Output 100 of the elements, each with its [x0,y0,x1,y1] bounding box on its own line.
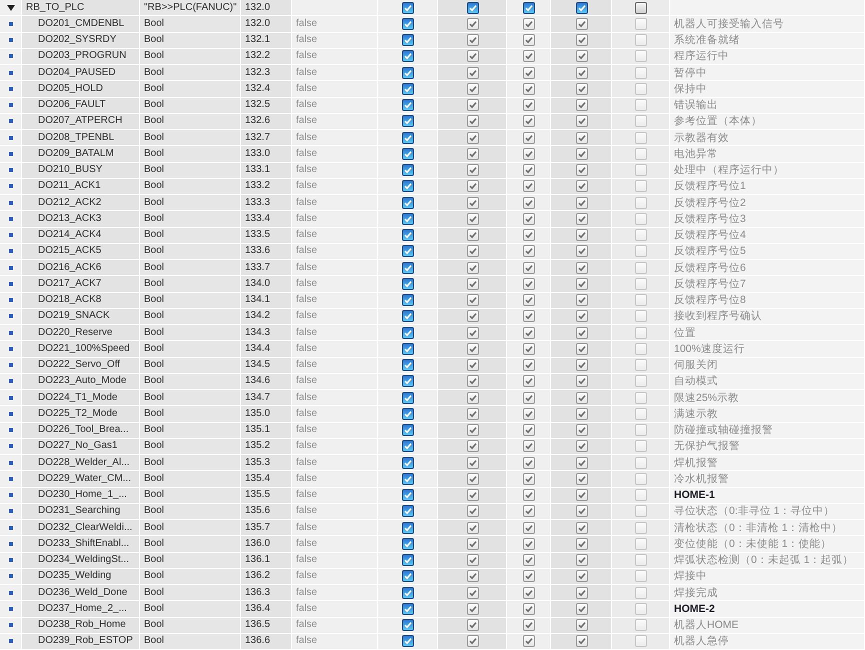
start-value: false [296,82,318,95]
data-type: Bool [144,18,164,30]
comment-text: 无保护气报警 [674,440,740,452]
bullet-icon [9,200,13,205]
checkbox[interactable] [402,635,414,648]
start-value: false [296,148,318,160]
checkbox[interactable] [402,245,414,258]
tag-name: DO207_ATPERCH [38,115,122,128]
bullet-icon [9,216,13,221]
checkbox[interactable] [523,2,535,14]
checkbox[interactable] [402,148,414,160]
start-value: false [296,212,318,225]
tag-name: DO239_Rob_ESTOP [38,635,133,648]
checkbox[interactable] [402,619,414,632]
data-type: Bool [144,440,164,452]
data-type: Bool [144,554,164,566]
tag-name: DO223_Auto_Mode [38,375,126,388]
data-type: Bool [144,505,164,518]
bullet-icon [9,639,13,644]
tag-name: DO211_ACK1 [38,180,101,192]
checkbox[interactable] [402,164,414,176]
data-type: Bool [144,294,164,306]
data-type: Bool [144,538,164,550]
checkbox[interactable] [402,18,414,30]
checkbox[interactable] [402,196,414,209]
checkbox[interactable] [402,212,414,225]
checkbox[interactable] [402,50,414,62]
offset-value: 134.6 [245,375,270,388]
tag-name: DO228_Welder_Al... [38,456,130,469]
checkbox[interactable] [402,342,414,355]
data-type: Bool [144,66,164,79]
bullet-icon [9,38,13,42]
bullet-icon [9,346,13,351]
comment-text: 机器人可接受输入信号 [674,18,784,30]
checkbox[interactable] [402,602,414,615]
checkbox[interactable] [402,424,414,436]
bullet-icon [9,70,13,75]
checkbox[interactable] [402,310,414,322]
offset-value: 133.6 [245,245,270,258]
bullet-icon [9,606,13,611]
tag-name: DO224_T1_Mode [38,392,118,404]
offset-value: 136.3 [245,586,270,599]
checkbox[interactable] [402,522,414,534]
data-type: Bool [144,34,164,46]
comment-text: 寻位状态（0:非寻位 1：寻位中） [674,505,835,518]
bullet-icon [9,314,13,318]
start-value: false [296,505,318,518]
offset-value: 133.1 [245,164,270,176]
checkbox[interactable] [402,456,414,469]
comment-text: 反馈程序号位3 [674,212,746,225]
checkbox[interactable] [402,392,414,404]
offset-value: 132.7 [245,132,270,144]
checkbox[interactable] [635,2,647,14]
start-value: false [296,132,318,144]
data-type: Bool [144,82,164,95]
checkbox[interactable] [402,472,414,485]
offset-value: 136.1 [245,554,270,566]
caret-icon[interactable] [7,4,15,11]
offset-value: 136.6 [245,635,270,648]
checkbox[interactable] [402,554,414,566]
tag-name: DO214_ACK4 [38,229,102,242]
start-value: false [296,18,318,30]
checkbox[interactable] [402,586,414,599]
checkbox[interactable] [576,2,588,14]
checkbox[interactable] [402,440,414,452]
checkbox[interactable] [402,262,414,274]
checkbox[interactable] [402,408,414,420]
checkbox[interactable] [402,34,414,46]
checkbox[interactable] [402,278,414,290]
start-value: false [296,262,318,274]
start-value: false [296,310,318,322]
checkbox[interactable] [402,229,414,242]
checkbox[interactable] [466,2,478,14]
start-value: false [296,554,318,566]
offset-value: 134.4 [245,342,270,355]
tag-name: DO221_100%Speed [38,342,130,355]
start-value: false [296,229,318,242]
bullet-icon [9,152,13,156]
checkbox[interactable] [402,66,414,79]
data-type: Bool [144,99,164,112]
checkbox[interactable] [402,180,414,192]
bullet-icon [9,136,13,140]
checkbox[interactable] [402,538,414,550]
checkbox[interactable] [402,82,414,95]
checkbox[interactable] [402,570,414,582]
data-type: Bool [144,148,164,160]
checkbox[interactable] [402,326,414,339]
checkbox[interactable] [402,359,414,372]
bullet-icon [9,574,13,578]
checkbox[interactable] [402,132,414,144]
checkbox[interactable] [402,99,414,112]
tag-name: DO233_ShiftEnabl... [38,538,130,550]
checkbox[interactable] [402,2,414,14]
checkbox[interactable] [402,489,414,502]
tag-name: DO215_ACK5 [38,245,102,258]
checkbox[interactable] [402,375,414,388]
checkbox[interactable] [402,505,414,518]
checkbox[interactable] [402,294,414,306]
checkbox[interactable] [402,115,414,128]
start-value: false [296,66,318,79]
